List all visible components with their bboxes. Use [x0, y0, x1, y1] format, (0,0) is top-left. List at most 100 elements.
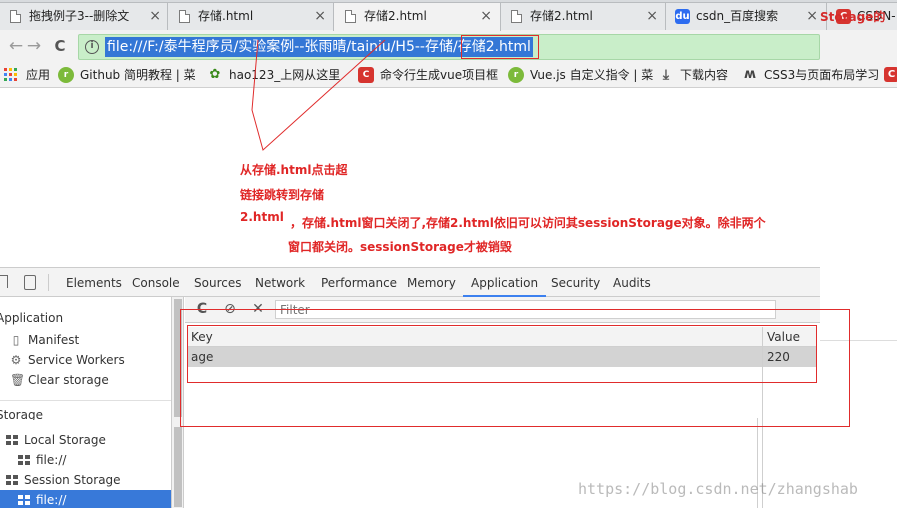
- partial-page-text: Storage的: [820, 10, 886, 24]
- css-icon: ʍ: [743, 67, 756, 82]
- tab-title: csdn_百度搜索: [696, 9, 779, 23]
- sidebar-item-local-storage[interactable]: Local Storage: [0, 430, 171, 450]
- browser-tab[interactable]: 拖拽例子3--删除文 ×: [0, 2, 170, 30]
- sidebar-item-label: Session Storage: [24, 473, 121, 487]
- document-icon: [511, 10, 522, 23]
- bookmark-item[interactable]: ʍ CSS3与页面布局学习: [742, 67, 879, 83]
- browser-tab[interactable]: 存储2.html ×: [499, 2, 667, 30]
- watermark: https://blog.csdn.net/zhangshab: [578, 480, 858, 498]
- bookmark-label: CSS3与页面布局学习: [764, 68, 880, 82]
- browser-tab[interactable]: 存储.html ×: [167, 2, 335, 30]
- sidebar-item-label: Local Storage: [24, 433, 106, 447]
- sidebar-item-label: file://: [36, 493, 67, 507]
- browser-tab[interactable]: du csdn_百度搜索 ×: [665, 2, 827, 30]
- sidebar-item-label: Manifest: [28, 333, 80, 347]
- bookmark-label: 应用: [26, 68, 51, 82]
- bookmark-item[interactable]: ⤓ 下载内容: [658, 67, 728, 83]
- runoob-icon: r: [58, 67, 74, 83]
- tab-network[interactable]: Network: [255, 268, 305, 297]
- bookmark-item[interactable]: r Github 简明教程 | 菜: [58, 67, 196, 83]
- section-header-application[interactable]: Application: [0, 309, 63, 327]
- sidebar-item-service-workers[interactable]: ⚙ Service Workers: [0, 350, 125, 370]
- sidebar-item-label: Clear storage: [28, 373, 109, 387]
- scrollbar-thumb[interactable]: [174, 427, 182, 507]
- document-icon: [345, 10, 356, 23]
- document-icon: [179, 10, 190, 23]
- tab-title: 存储.html: [198, 9, 254, 23]
- bookmark-item[interactable]: ✿ hao123_上网从这里: [207, 67, 341, 83]
- outer-page-strip: [820, 88, 897, 508]
- sidebar-item-manifest[interactable]: ▯ Manifest: [0, 330, 80, 350]
- bookmark-label: Github 简明教程 | 菜: [80, 68, 196, 82]
- annotation-text: 链接跳转到存储: [240, 188, 325, 202]
- device-toolbar-icon[interactable]: [24, 275, 36, 290]
- page-content: 从存储.html点击超 链接跳转到存储 2.html ，存储.html窗口关闭了…: [0, 89, 820, 267]
- tab-title: 拖拽例子3--删除文: [29, 9, 130, 23]
- runoob-icon: r: [508, 67, 524, 83]
- bookmark-apps[interactable]: 应用: [4, 67, 50, 83]
- tab-audits[interactable]: Audits: [613, 268, 651, 297]
- tab-console[interactable]: Console: [132, 268, 180, 297]
- sidebar-item-session-storage[interactable]: Session Storage: [0, 470, 171, 490]
- tab-application[interactable]: Application: [463, 268, 547, 297]
- baidu-icon: du: [675, 9, 690, 24]
- application-sidebar: Application ▯ Manifest ⚙ Service Workers 🗑…: [0, 297, 172, 508]
- forward-icon[interactable]: →: [24, 36, 44, 56]
- download-icon: ⤓: [662, 67, 670, 83]
- close-icon[interactable]: ×: [480, 3, 492, 29]
- hao123-icon: ✿: [209, 67, 221, 82]
- sidebar-item-clear-storage[interactable]: 🗑 Clear storage: [0, 370, 109, 390]
- close-icon[interactable]: ×: [314, 3, 326, 29]
- divider: [0, 400, 171, 401]
- bookmarks-bar: 应用 r Github 简明教程 | 菜 ✿ hao123_上网从这里 C 命令…: [0, 62, 897, 88]
- bookmark-label: 命令行生成vue项目框: [380, 68, 499, 82]
- tab-title: 存储2.html: [530, 9, 593, 23]
- address-bar[interactable]: i file:///F:/泰牛程序员/实验案例--张雨晴/tainiu/H5--…: [78, 34, 820, 60]
- storage-grid-icon: [18, 495, 30, 505]
- sidebar-item-session-file[interactable]: file://: [0, 490, 171, 508]
- tab-performance[interactable]: Performance: [321, 268, 397, 297]
- section-header-storage[interactable]: Storage: [0, 410, 43, 420]
- inspect-icon[interactable]: [0, 275, 8, 288]
- storage-grid-icon: [6, 475, 18, 485]
- storage-grid-icon: [18, 455, 30, 465]
- storage-highlight-box: [180, 309, 850, 427]
- annotation-note: 窗口都关闭。sessionStorage才被销毁: [288, 240, 512, 254]
- apps-icon: [4, 67, 20, 83]
- url-highlight-box: [461, 35, 539, 59]
- reload-icon[interactable]: C: [50, 36, 70, 56]
- trash-icon: 🗑: [10, 373, 26, 387]
- csdn-icon[interactable]: C: [884, 67, 897, 82]
- tab-sources[interactable]: Sources: [194, 268, 241, 297]
- sidebar-item-local-file[interactable]: file://: [0, 450, 171, 470]
- gear-icon: ⚙: [10, 353, 22, 367]
- close-icon[interactable]: ×: [646, 3, 658, 29]
- document-icon: ▯: [12, 333, 20, 347]
- bookmark-label: Vue.js 自定义指令 | 菜: [530, 68, 654, 82]
- tab-title: 存储2.html: [364, 9, 427, 23]
- info-icon[interactable]: i: [85, 40, 99, 54]
- bookmark-item[interactable]: C 命令行生成vue项目框: [358, 67, 498, 83]
- browser-tab-strip: 拖拽例子3--删除文 × 存储.html × 存储2.html × 存储2.ht…: [0, 0, 897, 31]
- bookmark-label: 下载内容: [680, 68, 729, 82]
- tab-elements[interactable]: Elements: [66, 268, 122, 297]
- annotation-text: 从存储.html点击超: [240, 163, 348, 177]
- csdn-icon: C: [358, 67, 374, 83]
- close-icon[interactable]: ×: [806, 3, 818, 29]
- bookmark-item[interactable]: r Vue.js 自定义指令 | 菜: [508, 67, 653, 83]
- sidebar-item-label: Service Workers: [28, 353, 125, 367]
- bookmark-label: hao123_上网从这里: [229, 68, 341, 82]
- tab-security[interactable]: Security: [551, 268, 600, 297]
- storage-grid-icon: [6, 435, 18, 445]
- separator: [48, 274, 49, 291]
- document-icon: [10, 10, 21, 23]
- close-icon[interactable]: ×: [149, 3, 161, 29]
- annotation-note: ，存储.html窗口关闭了,存储2.html依旧可以访问其sessionStor…: [290, 216, 766, 230]
- browser-tab-active[interactable]: 存储2.html ×: [333, 2, 501, 31]
- browser-toolbar: ← → C i file:///F:/泰牛程序员/实验案例--张雨晴/taini…: [0, 30, 897, 62]
- sidebar-item-label: file://: [36, 453, 67, 467]
- devtools-tab-bar: Elements Console Sources Network Perform…: [0, 268, 820, 297]
- annotation-text: 2.html: [240, 210, 284, 224]
- tab-memory[interactable]: Memory: [407, 268, 456, 297]
- back-icon[interactable]: ←: [6, 36, 26, 56]
